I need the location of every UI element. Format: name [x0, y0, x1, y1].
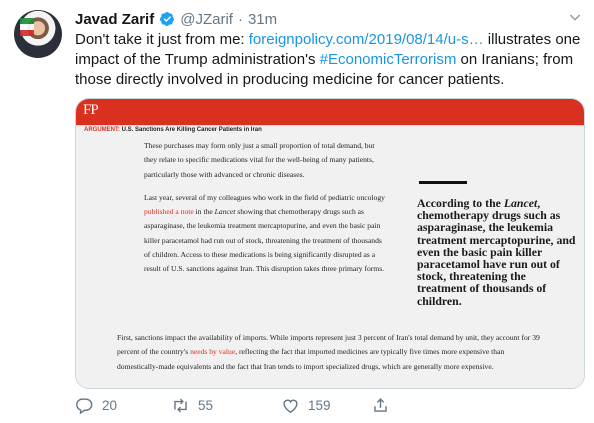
divider: [76, 125, 584, 126]
para2-text-c: showing that chemotherapy drugs such as …: [144, 207, 385, 274]
retweet-button[interactable]: 55: [171, 396, 213, 415]
article-column: These purchases may form only just a sma…: [144, 139, 388, 286]
chevron-down-icon[interactable]: [567, 9, 583, 25]
article-headline: U.S. Sanctions Are Killing Cancer Patien…: [120, 127, 262, 133]
reply-count: 20: [102, 398, 118, 413]
reply-button[interactable]: 20: [75, 396, 117, 415]
like-button[interactable]: 159: [281, 396, 331, 415]
para2-text-a: Last year, several of my colleagues who …: [144, 192, 385, 202]
share-icon: [374, 398, 387, 412]
tweet-text-prefix: Don't take it just from me:: [75, 31, 249, 48]
verified-badge-icon: [160, 12, 175, 26]
attached-image[interactable]: FP ARGUMENT: U.S. Sanctions Are Killing …: [75, 98, 585, 389]
separator: ·: [237, 10, 243, 28]
pullquote-rule: [419, 181, 467, 184]
article-paragraph-2: Last year, several of my colleagues who …: [144, 191, 388, 277]
article-page: ARGUMENT: U.S. Sanctions Are Killing Can…: [76, 125, 584, 388]
timestamp[interactable]: 31m: [248, 11, 277, 28]
iran-flag: [20, 18, 34, 36]
tweet-text: Don't take it just from me: foreignpolic…: [75, 30, 581, 90]
retweet-icon: [174, 398, 187, 413]
article-headline-bar: ARGUMENT: U.S. Sanctions Are Killing Can…: [84, 127, 262, 133]
article-paragraph-3: First, sanctions impact the availability…: [117, 331, 547, 374]
author-handle[interactable]: @JZarif: [180, 11, 233, 28]
fp-header-bar: FP: [76, 99, 584, 125]
tweet-header: Javad Zarif @JZarif · 31m: [75, 9, 277, 29]
pull-quote: According to the Lancet, chemotherapy dr…: [417, 197, 577, 307]
share-button[interactable]: [371, 396, 390, 415]
reply-icon: [76, 398, 93, 415]
like-count: 159: [308, 398, 331, 413]
tweet-actions: 20 55 159: [75, 396, 525, 420]
like-icon: [283, 399, 298, 414]
pull-text-b: , chemotherapy drugs such as asparaginas…: [417, 196, 576, 308]
para2-text-b: in the: [193, 207, 215, 217]
published-note-link: published a note: [144, 207, 194, 217]
hashtag-link[interactable]: #EconomicTerrorism: [320, 51, 457, 68]
author-name[interactable]: Javad Zarif: [75, 11, 154, 28]
author-avatar[interactable]: [14, 10, 62, 58]
retweet-count: 55: [198, 398, 214, 413]
lancet-title: Lancet: [214, 207, 236, 217]
article-paragraph-1: These purchases may form only just a sma…: [144, 141, 375, 179]
argument-label: ARGUMENT:: [84, 127, 120, 133]
fp-logo: FP: [83, 102, 99, 118]
needs-by-value-link: needs by value: [190, 347, 236, 357]
article-link[interactable]: foreignpolicy.com/2019/08/14/u-s…: [249, 31, 484, 48]
